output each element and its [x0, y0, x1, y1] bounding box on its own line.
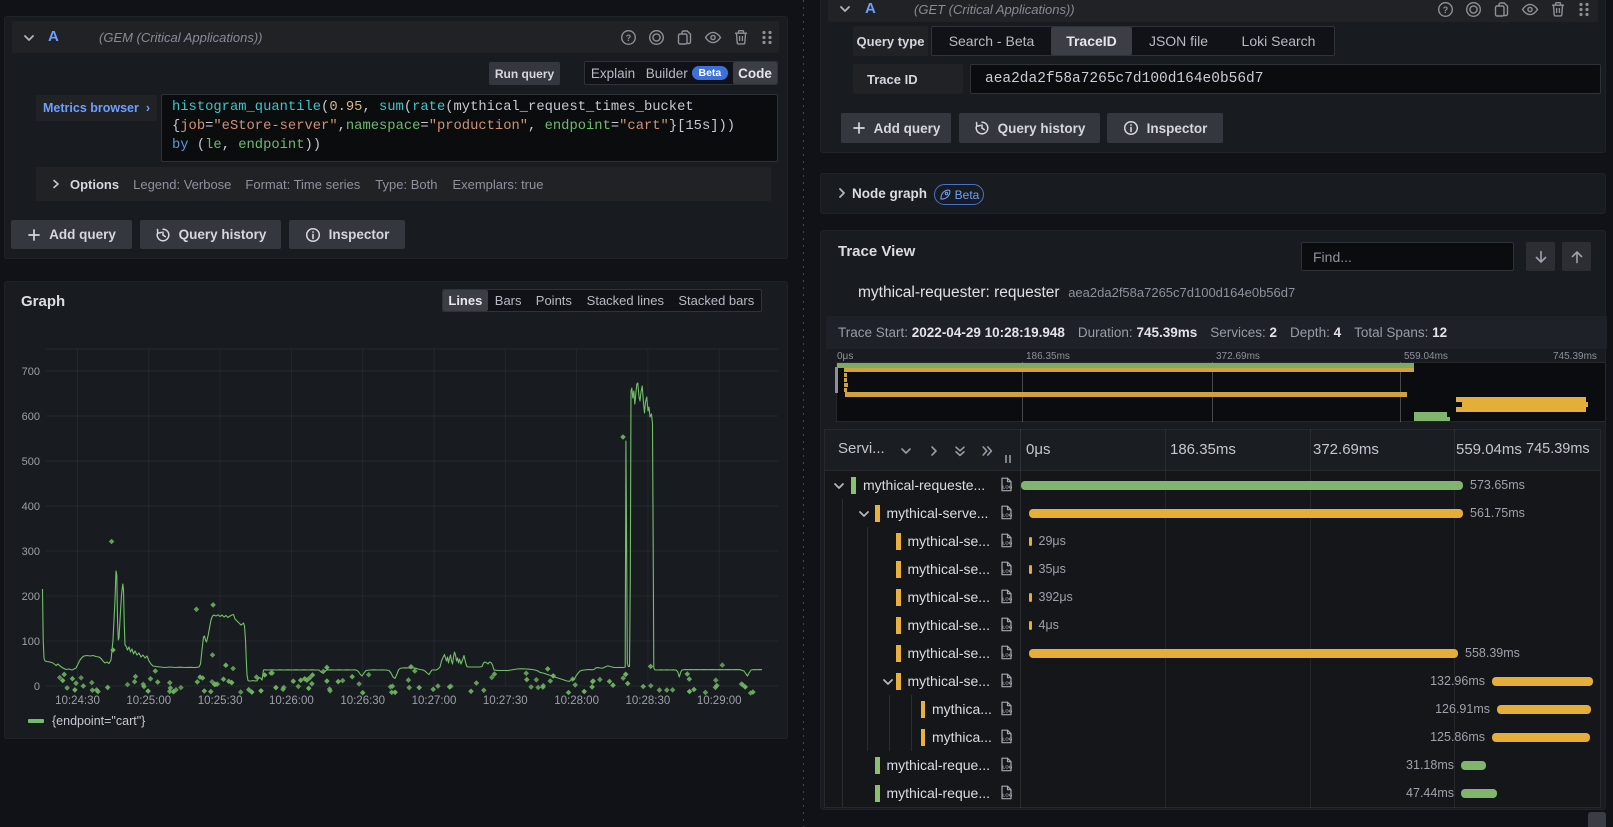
svg-text:LOG: LOG: [1002, 765, 1012, 770]
svg-text:LOG: LOG: [1002, 541, 1012, 546]
svg-text:LOG: LOG: [1002, 653, 1012, 658]
svg-text:600: 600: [22, 411, 40, 423]
svg-text:LOG: LOG: [1002, 485, 1012, 490]
svg-text:?: ?: [1443, 5, 1449, 15]
svg-text:LOG: LOG: [1002, 569, 1012, 574]
svg-text:LOG: LOG: [1002, 793, 1012, 798]
svg-text:700: 700: [22, 366, 40, 378]
svg-text:LOG: LOG: [1002, 709, 1012, 714]
svg-text:LOG: LOG: [1002, 737, 1012, 742]
svg-text:LOG: LOG: [1002, 597, 1012, 602]
svg-text:LOG: LOG: [1002, 513, 1012, 518]
svg-text:LOG: LOG: [1002, 681, 1012, 686]
svg-text:LOG: LOG: [1002, 625, 1012, 630]
svg-text:500: 500: [22, 456, 40, 468]
svg-text:?: ?: [626, 33, 632, 43]
